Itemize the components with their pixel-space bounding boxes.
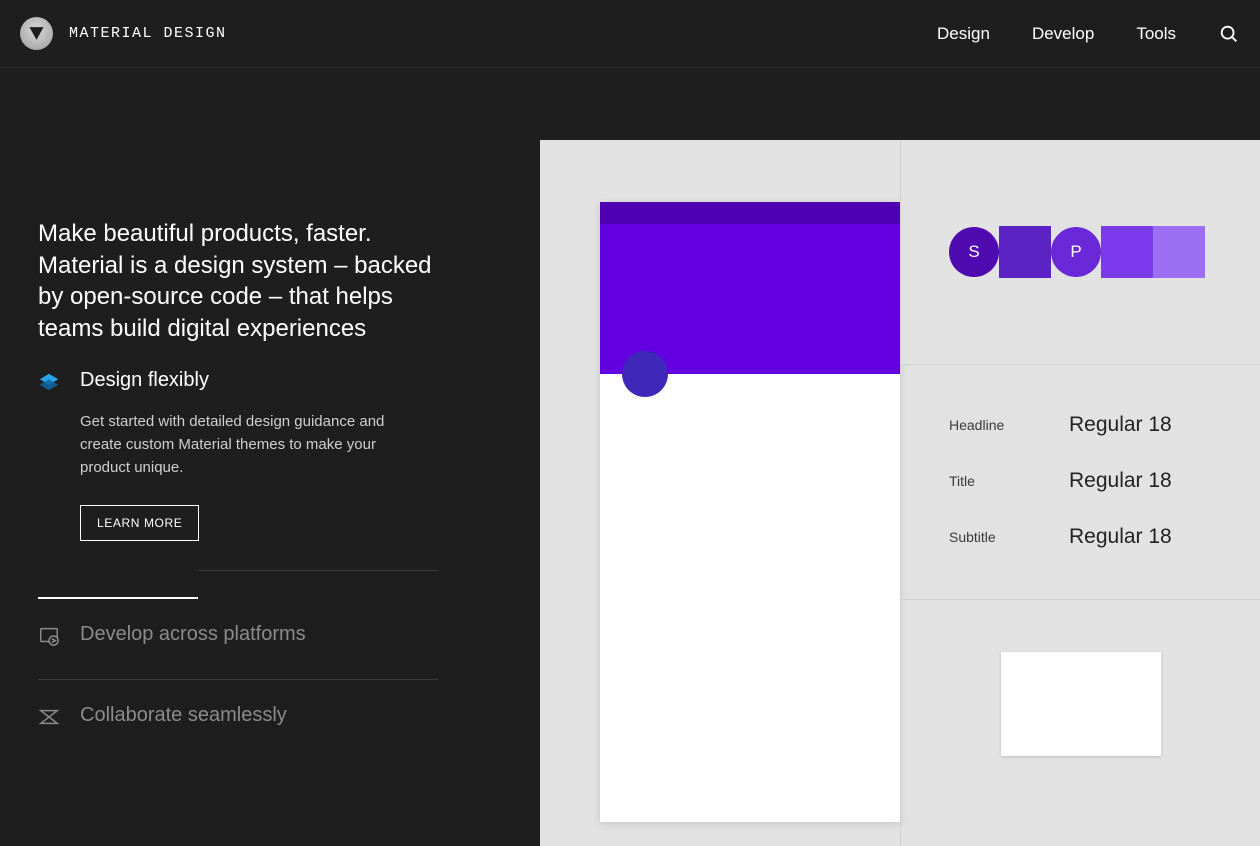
type-sample: Regular 18 (1069, 469, 1172, 493)
feature-design-flexibly[interactable]: Design flexibly Get started with detaile… (38, 345, 480, 542)
device-appbar (600, 202, 900, 374)
collaborate-icon (38, 706, 64, 732)
swatch-s-label: S (968, 242, 979, 262)
feature-desc: Get started with detailed design guidanc… (80, 410, 410, 480)
material-logo-icon (20, 17, 53, 50)
nav-develop[interactable]: Develop (1032, 24, 1094, 44)
type-row-subtitle: Subtitle Regular 18 (949, 525, 1212, 549)
brand-title: MATERIAL DESIGN (69, 25, 227, 42)
type-sample: Regular 18 (1069, 413, 1172, 437)
type-label: Subtitle (949, 529, 1069, 545)
spec-column: S P Headline Regular 18 Title Regular 18 (900, 140, 1260, 846)
top-nav: Design Develop Tools (937, 23, 1240, 45)
feature-title: Develop across platforms (80, 623, 480, 646)
layers-icon (38, 371, 64, 397)
feature-collaborate-seamlessly[interactable]: Collaborate seamlessly (38, 680, 480, 732)
hero-text: Make beautiful products, faster. Materia… (38, 218, 438, 345)
nav-design[interactable]: Design (937, 24, 990, 44)
swatch-square-1 (999, 226, 1051, 278)
type-label: Headline (949, 417, 1069, 433)
type-sample: Regular 18 (1069, 525, 1172, 549)
feature-title: Collaborate seamlessly (80, 704, 480, 727)
swatch-square-2 (1101, 226, 1153, 278)
type-row-headline: Headline Regular 18 (949, 413, 1212, 437)
header: MATERIAL DESIGN Design Develop Tools (0, 0, 1260, 68)
feature-develop-across-platforms[interactable]: Develop across platforms (38, 599, 480, 651)
fab-icon (622, 351, 668, 397)
feature-body: Design flexibly Get started with detaile… (80, 369, 480, 542)
swatch-p-label: P (1070, 242, 1081, 262)
device-statusbar (600, 202, 900, 224)
left-column: Make beautiful products, faster. Materia… (0, 68, 540, 846)
feature-divider-active (38, 569, 438, 599)
card-mockup (1001, 652, 1161, 756)
code-icon (38, 625, 64, 651)
color-swatches: S P (901, 140, 1260, 365)
learn-more-button[interactable]: LEARN MORE (80, 505, 199, 541)
palette-panel: S P (901, 140, 1260, 365)
brand-block[interactable]: MATERIAL DESIGN (20, 17, 227, 50)
type-label: Title (949, 473, 1069, 489)
swatch-square-3 (1153, 226, 1205, 278)
component-panel (901, 600, 1260, 846)
device-mockup (600, 202, 900, 822)
feature-title: Design flexibly (80, 369, 480, 392)
preview-area: S P Headline Regular 18 Title Regular 18 (540, 140, 1260, 846)
swatch-p: P (1051, 227, 1101, 277)
nav-tools[interactable]: Tools (1136, 24, 1176, 44)
typography-panel: Headline Regular 18 Title Regular 18 Sub… (901, 365, 1260, 600)
search-icon[interactable] (1218, 23, 1240, 45)
swatch-s: S (949, 227, 999, 277)
type-row-title: Title Regular 18 (949, 469, 1212, 493)
content: Make beautiful products, faster. Materia… (0, 68, 1260, 846)
